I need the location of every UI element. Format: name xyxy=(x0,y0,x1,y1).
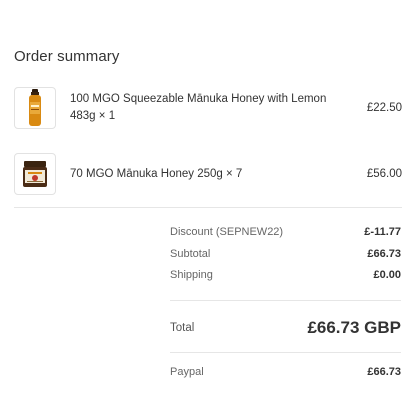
shipping-row: Shipping £0.00 xyxy=(170,269,401,281)
divider xyxy=(14,207,402,208)
total-row: Total £66.73 GBP xyxy=(170,316,401,340)
discount-value: £-11.77 xyxy=(364,226,401,238)
order-summary-title: Order summary xyxy=(14,48,120,65)
item-price: £56.00 xyxy=(366,168,402,180)
subtotal-value: £66.73 xyxy=(367,248,401,260)
product-thumbnail xyxy=(14,153,56,195)
shipping-label: Shipping xyxy=(170,269,213,281)
honey-jar-icon xyxy=(23,161,47,187)
item-price: £22.50 xyxy=(366,102,402,114)
item-name: 70 MGO Mānuka Honey 250g × 7 xyxy=(70,167,243,180)
payment-amount: £66.73 xyxy=(367,366,401,378)
item-name: 100 MGO Squeezable Mānuka Honey with Lem… xyxy=(70,91,367,125)
shipping-value: £0.00 xyxy=(373,269,401,281)
item-name-line: 100 MGO Squeezable Mānuka Honey with Lem… xyxy=(70,93,327,105)
product-thumbnail xyxy=(14,87,56,129)
line-item: 100 MGO Squeezable Mānuka Honey with Lem… xyxy=(14,87,402,129)
divider xyxy=(170,300,401,301)
divider xyxy=(170,352,401,353)
line-item: 70 MGO Mānuka Honey 250g × 7 £56.00 xyxy=(14,153,402,195)
payment-row: Paypal £66.73 xyxy=(170,366,401,378)
discount-row: Discount (SEPNEW22) £-11.77 xyxy=(170,226,401,238)
subtotal-row: Subtotal £66.73 xyxy=(170,248,401,260)
item-quantity: 483g × 1 xyxy=(70,110,116,122)
subtotal-label: Subtotal xyxy=(170,248,211,260)
payment-method-label: Paypal xyxy=(170,366,204,378)
squeeze-bottle-icon xyxy=(29,89,41,126)
total-label: Total xyxy=(170,322,195,334)
discount-label: Discount (SEPNEW22) xyxy=(170,226,284,238)
order-summary-panel: Order summary 100 MGO Squeezable Mānuka … xyxy=(0,0,420,420)
total-value: £66.73 GBP xyxy=(307,318,401,337)
